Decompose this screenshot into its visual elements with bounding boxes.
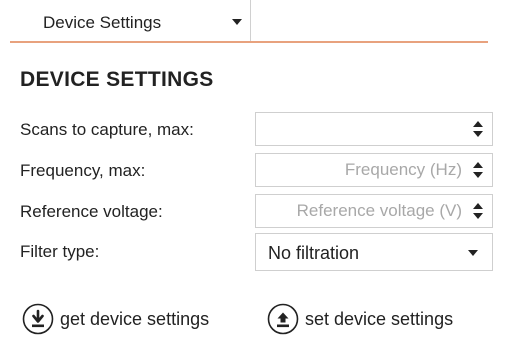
upload-circle-icon xyxy=(267,303,299,335)
spin-up-icon[interactable] xyxy=(473,162,483,168)
set-device-settings-label: set device settings xyxy=(305,309,454,329)
tab-label: Device Settings xyxy=(43,13,162,32)
get-device-settings-label: get device settings xyxy=(60,309,210,329)
frequency-field xyxy=(255,153,493,187)
filter-type-select[interactable]: No filtration xyxy=(255,233,493,271)
chevron-down-icon xyxy=(468,250,478,256)
frequency-input[interactable] xyxy=(256,154,466,186)
scans-label: Scans to capture, max: xyxy=(20,120,194,139)
frequency-label: Frequency, max: xyxy=(20,161,146,180)
reference-voltage-stepper[interactable] xyxy=(472,202,484,222)
download-circle-icon xyxy=(22,303,54,335)
tab-bar: Device Settings xyxy=(0,0,508,45)
filter-type-value: No filtration xyxy=(268,243,360,263)
spin-down-icon[interactable] xyxy=(473,213,483,219)
chevron-down-icon xyxy=(232,19,242,25)
scans-input[interactable] xyxy=(256,113,466,145)
scans-field xyxy=(255,112,493,146)
page-title: DEVICE SETTINGS xyxy=(20,68,214,91)
frequency-stepper[interactable] xyxy=(472,161,484,181)
tab-accent-line xyxy=(10,41,488,43)
filter-type-label: Filter type: xyxy=(20,242,100,261)
scans-stepper[interactable] xyxy=(472,120,484,140)
spin-up-icon[interactable] xyxy=(473,121,483,127)
spin-down-icon[interactable] xyxy=(473,172,483,178)
spin-up-icon[interactable] xyxy=(473,203,483,209)
get-device-settings-button[interactable]: get device settings xyxy=(22,303,252,337)
reference-voltage-field xyxy=(255,194,493,228)
reference-voltage-input[interactable] xyxy=(256,195,466,227)
spin-down-icon[interactable] xyxy=(473,131,483,137)
reference-voltage-label: Reference voltage: xyxy=(20,202,163,221)
set-device-settings-button[interactable]: set device settings xyxy=(267,303,492,337)
device-settings-tab-dropdown[interactable]: Device Settings xyxy=(28,0,251,42)
